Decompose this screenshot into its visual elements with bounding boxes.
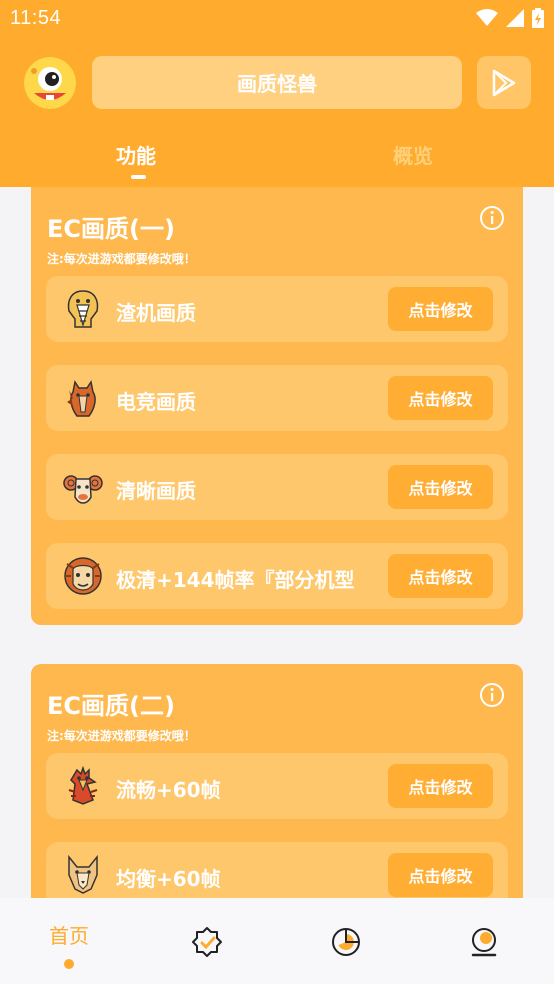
item-label: 流畅+60帧 [116,778,221,802]
nav-home-label: 首页 [49,924,89,948]
info-icon[interactable] [479,682,505,708]
modify-button[interactable]: 点击修改 [388,376,493,420]
avatar[interactable] [24,57,76,109]
list-item[interactable]: 渣机画质 点击修改 [46,276,508,342]
section-title: EC画质(二) [47,692,175,720]
item-label: 均衡+60帧 [116,867,221,891]
modify-button[interactable]: 点击修改 [388,853,493,897]
list-item[interactable]: 极清+144帧率『部分机型 点击修改 [46,543,508,609]
wolf-icon [68,855,98,894]
ram-icon [63,475,103,504]
app-title[interactable]: 画质怪兽 [92,56,462,109]
horse-icon [67,380,96,417]
play-icon [492,69,516,96]
rooster-icon [68,766,98,805]
verified-badge-icon [192,927,222,957]
section-card-1: EC画质(一) 注:每次进游戏都要修改哦！ 渣机画质 点击修改 电竞画质 点击修… [31,187,523,625]
cobra-icon [67,290,99,328]
list-item[interactable]: 流畅+60帧 点击修改 [46,753,508,819]
profile-icon [471,928,497,957]
item-label: 清晰画质 [116,479,196,503]
play-store-button[interactable] [477,56,531,109]
status-bar: 11:54 [0,0,554,38]
modify-button[interactable]: 点击修改 [388,465,493,509]
bottom-nav: 首页 [0,898,554,984]
pie-chart-icon [332,928,360,956]
header: 11:54 画质怪兽 功能 概览 [0,0,554,187]
list-item[interactable]: 清晰画质 点击修改 [46,454,508,520]
info-icon[interactable] [479,205,505,231]
nav-verified[interactable] [167,898,247,984]
nav-home[interactable]: 首页 [29,898,109,984]
signal-icon [506,9,524,27]
tab-overview[interactable]: 概览 [393,140,433,169]
battery-icon [532,8,544,28]
tab-indicator [131,175,146,179]
system-icons [476,8,544,28]
modify-button[interactable]: 点击修改 [388,287,493,331]
section-note: 注:每次进游戏都要修改哦！ [47,729,196,743]
section-note: 注:每次进游戏都要修改哦！ [47,252,196,266]
item-label: 渣机画质 [116,301,196,325]
status-time: 11:54 [10,7,62,29]
tab-functions[interactable]: 功能 [116,140,156,169]
item-label: 电竞画质 [116,390,196,414]
nav-profile[interactable] [444,898,524,984]
monkey-icon [64,557,102,595]
wifi-icon [476,9,498,26]
active-indicator-dot [64,959,74,969]
section-title: EC画质(一) [47,215,175,243]
modify-button[interactable]: 点击修改 [388,554,493,598]
list-item[interactable]: 电竞画质 点击修改 [46,365,508,431]
item-label: 极清+144帧率『部分机型 [116,568,355,592]
modify-button[interactable]: 点击修改 [388,764,493,808]
nav-stats[interactable] [306,898,386,984]
